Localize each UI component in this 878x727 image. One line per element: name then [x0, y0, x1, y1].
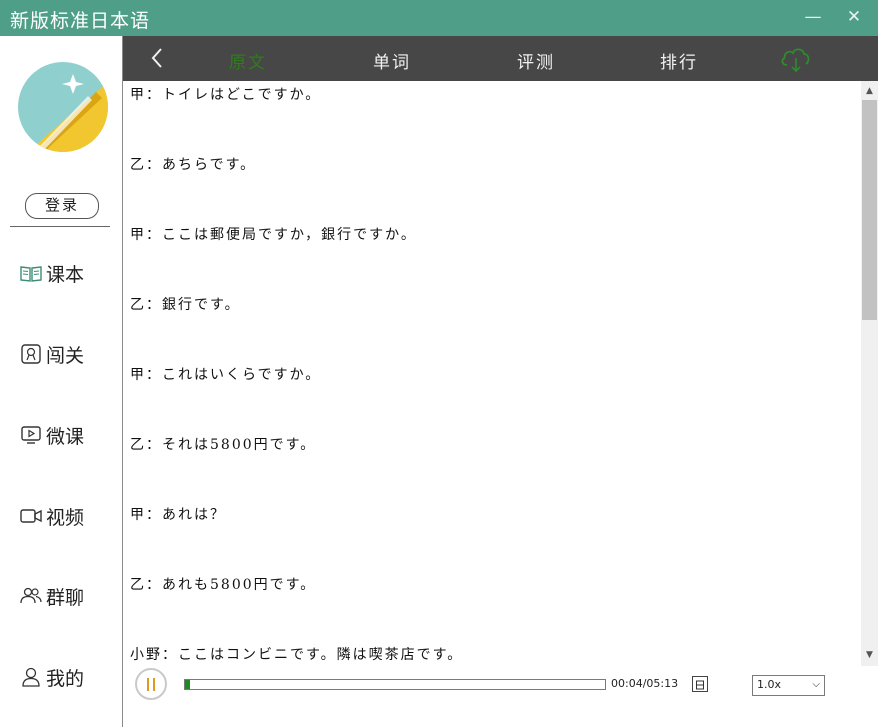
tab-transcript[interactable]: 原文 [229, 48, 267, 73]
user-icon [18, 665, 44, 689]
sidebar-item-video[interactable]: 视频 [18, 501, 84, 531]
transcript-line: 小野：ここはコンビニです。隣は喫茶店です。 [130, 647, 464, 663]
tab-ranking[interactable]: 排行 [660, 48, 698, 73]
sidebar-item-challenge[interactable]: 闯关 [18, 339, 84, 369]
login-button[interactable]: 登录 [25, 193, 99, 219]
chevron-up-icon: ▲ [866, 86, 873, 96]
scroll-thumb[interactable] [862, 100, 877, 320]
playback-speed-select[interactable]: 1.0x ⌵ [752, 675, 825, 696]
book-icon [18, 261, 44, 285]
transcript-line: 甲：これはいくらですか。 [130, 367, 322, 383]
scroll-up-button[interactable]: ▲ [861, 83, 878, 100]
transcript-line: 甲：あれは？ [130, 507, 226, 523]
transcript-line: 甲：ここは郵便局ですか，銀行ですか。 [130, 227, 417, 243]
transcript-scrollbar[interactable]: ▲ ▼ [861, 81, 878, 666]
playback-time: 00:04/05:13 [611, 677, 679, 690]
sidebar-item-label: 群聊 [46, 586, 85, 609]
tab-bar: 原文 单词 评测 排行 [123, 36, 878, 81]
title-bar: 新版标准日本语 — ✕ [0, 0, 878, 36]
cloud-download-button[interactable] [779, 44, 813, 74]
badge-icon [18, 342, 44, 366]
sidebar-divider [10, 226, 110, 227]
group-icon [18, 584, 44, 608]
transcript-line: 甲：トイレはどこですか。 [130, 87, 322, 103]
chevron-down-icon: ⌵ [812, 679, 820, 690]
pause-button[interactable] [135, 668, 167, 700]
video-lesson-icon [18, 423, 44, 447]
transcript-line: 乙：あれも5800円です。 [130, 577, 317, 593]
sidebar-item-microlesson[interactable]: 微课 [18, 420, 84, 450]
sidebar-item-groupchat[interactable]: 群聊 [18, 581, 84, 611]
cloud-download-icon [781, 48, 810, 73]
tab-evaluation[interactable]: 评测 [517, 48, 555, 73]
tab-vocabulary[interactable]: 单词 [373, 48, 411, 73]
audio-progress-bar[interactable] [184, 679, 606, 690]
back-button[interactable] [147, 46, 169, 70]
sidebar-item-profile[interactable]: 我的 [18, 662, 84, 692]
close-icon: ✕ [846, 7, 862, 27]
close-button[interactable]: ✕ [842, 6, 866, 28]
sidebar-item-label: 微课 [46, 425, 85, 448]
minimize-button[interactable]: — [801, 6, 825, 28]
back-icon [151, 48, 162, 68]
schedule-button[interactable] [692, 676, 708, 692]
speed-value: 1.0x [757, 678, 782, 691]
transcript-panel: 甲：トイレはどこですか。 乙：あちらです。 甲：ここは郵便局ですか，銀行ですか。… [123, 81, 861, 666]
transcript-line: 乙：あちらです。 [130, 157, 257, 173]
chevron-down-icon: ▼ [866, 650, 873, 660]
sidebar: 登录 课本 闯关 微课 视频 群聊 我的 [0, 36, 122, 727]
sidebar-item-label: 视频 [46, 506, 85, 529]
sidebar-item-textbook[interactable]: 课本 [18, 258, 84, 288]
window-title: 新版标准日本语 [10, 10, 151, 32]
sidebar-item-label: 我的 [46, 667, 85, 690]
transcript-line: 乙：それは5800円です。 [130, 437, 317, 453]
sidebar-item-label: 闯关 [46, 344, 85, 367]
calendar-icon [696, 680, 704, 690]
sidebar-item-label: 课本 [46, 263, 85, 286]
minimize-icon: — [804, 7, 822, 27]
transcript-line: 乙：銀行です。 [130, 297, 241, 313]
avatar[interactable] [18, 62, 108, 152]
scroll-down-button[interactable]: ▼ [861, 647, 878, 664]
camera-icon [18, 504, 44, 528]
progress-fill [185, 680, 191, 689]
